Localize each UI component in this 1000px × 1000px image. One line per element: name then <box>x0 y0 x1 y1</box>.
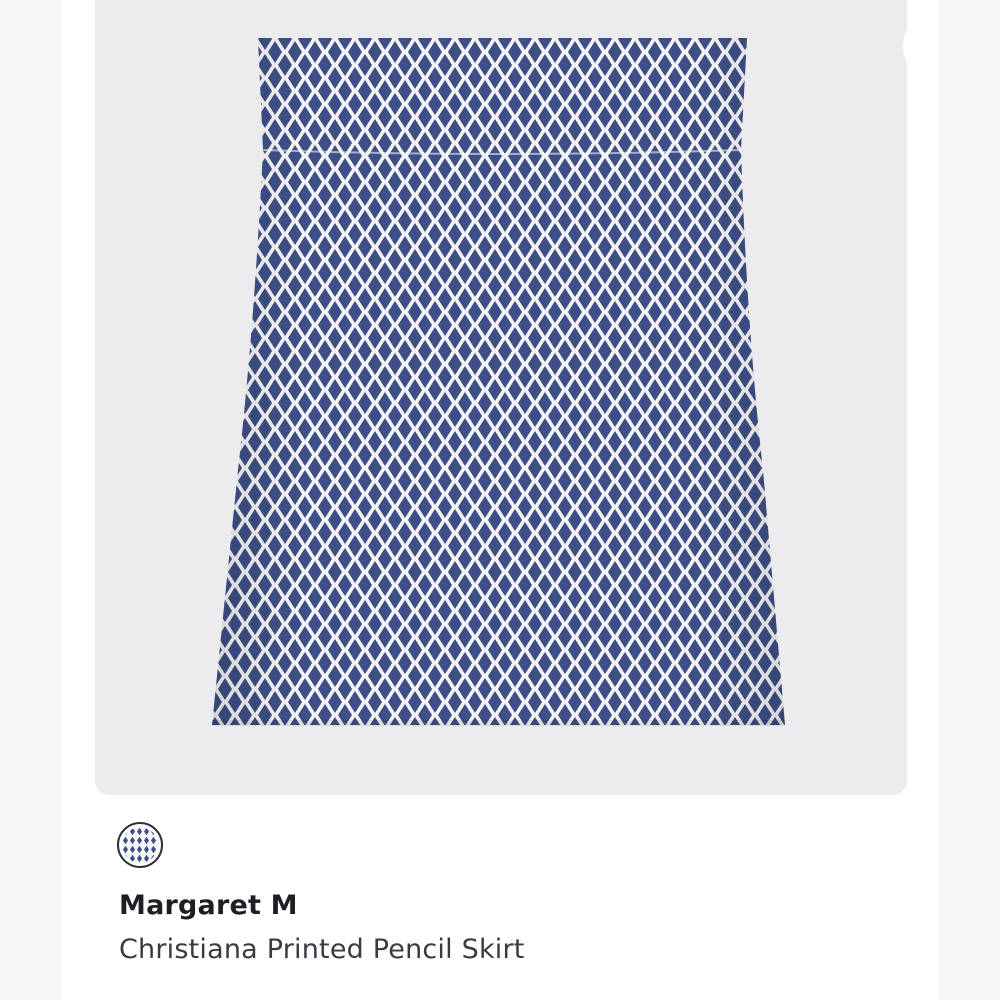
product-listing-page: Margaret M Christiana Printed Pencil Ski… <box>0 0 1000 1000</box>
product-image-card[interactable] <box>95 0 907 795</box>
left-gutter <box>0 0 62 1000</box>
color-swatch-diamond-print-icon <box>122 827 158 863</box>
right-gutter <box>938 0 1000 1000</box>
skirt-photo <box>212 38 785 726</box>
product-title[interactable]: Christiana Printed Pencil Skirt <box>119 934 525 965</box>
brand-name[interactable]: Margaret M <box>119 890 298 921</box>
color-swatch[interactable] <box>117 822 163 868</box>
